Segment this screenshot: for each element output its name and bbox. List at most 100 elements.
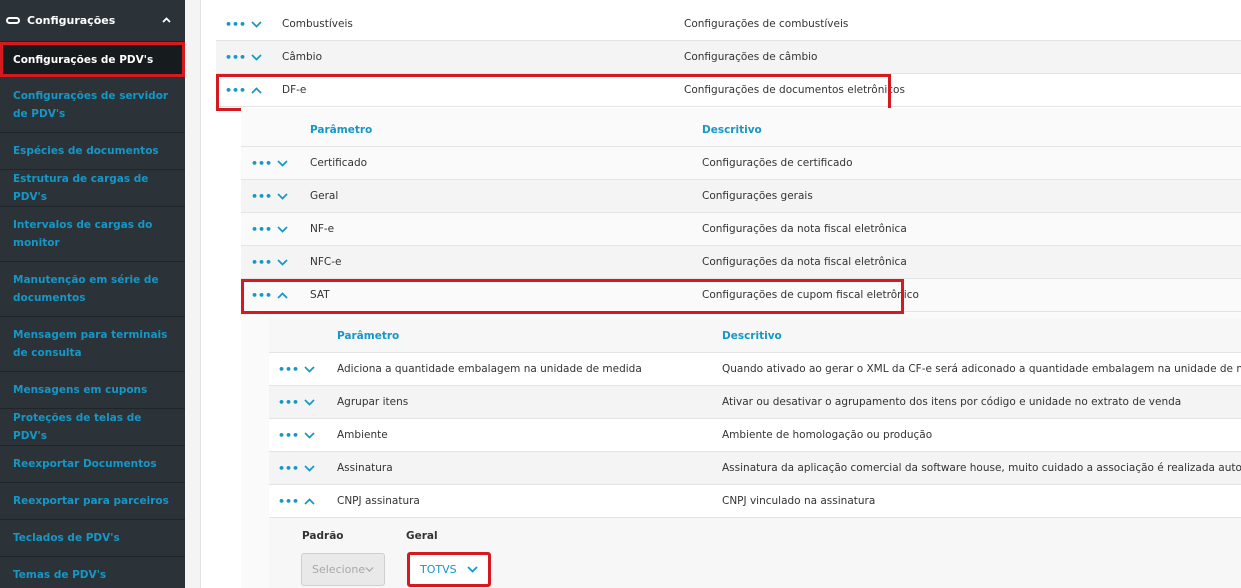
- row-name: SAT: [310, 289, 330, 301]
- row-adiciona-quantidade[interactable]: ••• Adiciona a quantidade embalagem na u…: [269, 353, 1241, 386]
- more-options-icon[interactable]: •••: [251, 256, 277, 269]
- chevron-down-icon[interactable]: [304, 431, 330, 439]
- more-options-icon[interactable]: •••: [251, 190, 277, 203]
- chevron-down-icon: [467, 566, 478, 573]
- more-options-icon[interactable]: •••: [278, 429, 304, 442]
- row-nfe[interactable]: ••• NF-e Configurações da nota fiscal el…: [241, 213, 1241, 246]
- sidebar-item-teclados[interactable]: Teclados de PDV's: [0, 520, 185, 557]
- sidebar-item-protecoes-telas[interactable]: Proteções de telas de PDV's: [0, 409, 185, 446]
- header-descritivo: Descritivo: [722, 330, 782, 342]
- chevron-down-icon[interactable]: [277, 258, 303, 266]
- row-desc: Configurações de cupom fiscal eletrônico: [702, 289, 919, 301]
- sidebar-item-label: Manutenção em série de documentos: [13, 274, 159, 304]
- row-cambio[interactable]: ••• Câmbio Configurações de câmbio: [216, 41, 1241, 74]
- row-assinatura[interactable]: ••• Assinatura Assinatura da aplicação c…: [269, 452, 1241, 485]
- padrao-select: Selecione: [301, 553, 385, 586]
- row-desc: Configurações de documentos eletrônicos: [684, 84, 905, 96]
- row-name: Agrupar itens: [337, 396, 409, 408]
- sidebar-item-mensagem-terminais[interactable]: Mensagem para terminais de consulta: [0, 317, 185, 372]
- geral-label: Geral: [406, 530, 438, 542]
- row-cnpj-assinatura[interactable]: ••• CNPJ assinatura CNPJ vinculado na as…: [269, 485, 1241, 518]
- header-descritivo: Descritivo: [702, 124, 762, 136]
- dfe-table-header: Parâmetro Descritivo: [241, 114, 1241, 147]
- sat-table-header: Parâmetro Descritivo: [269, 320, 1241, 353]
- chevron-down-icon[interactable]: [251, 53, 277, 61]
- row-name: Câmbio: [282, 51, 323, 63]
- chevron-down-icon[interactable]: [251, 20, 277, 28]
- row-desc: Configurações de câmbio: [684, 51, 818, 63]
- sidebar-item-reexportar-documentos[interactable]: Reexportar Documentos: [0, 446, 185, 483]
- chevron-down-icon[interactable]: [304, 398, 330, 406]
- chevron-down-icon[interactable]: [277, 159, 303, 167]
- geral-select[interactable]: TOTVS: [407, 552, 491, 587]
- row-desc: CNPJ vinculado na assinatura: [722, 495, 876, 507]
- sidebar-section-title: Configurações: [27, 14, 116, 27]
- row-name: Geral: [310, 190, 339, 202]
- chevron-up-icon[interactable]: [162, 15, 171, 26]
- row-sat[interactable]: ••• SAT Configurações de cupom fiscal el…: [241, 279, 1241, 312]
- sidebar-item-label: Espécies de documentos: [13, 145, 159, 157]
- padrao-label: Padrão: [302, 530, 344, 542]
- more-options-icon[interactable]: •••: [251, 289, 277, 302]
- more-options-icon[interactable]: •••: [225, 51, 251, 64]
- more-options-icon[interactable]: •••: [278, 495, 304, 508]
- row-combustiveis[interactable]: ••• Combustíveis Configurações de combus…: [216, 8, 1241, 41]
- sidebar-item-configuracoes-pdv[interactable]: Configurações de PDV's: [0, 42, 185, 77]
- sidebar-section-configuracoes[interactable]: Configurações: [0, 0, 185, 42]
- sidebar-item-estrutura-cargas[interactable]: Estrutura de cargas de PDV's: [0, 170, 185, 207]
- sidebar-item-label: Intervalos de cargas do monitor: [13, 219, 153, 249]
- row-name: Adiciona a quantidade embalagem na unida…: [337, 363, 642, 375]
- row-certificado[interactable]: ••• Certificado Configurações de certifi…: [241, 147, 1241, 180]
- row-name: NFC-e: [310, 256, 342, 268]
- row-name: NF-e: [310, 223, 335, 235]
- chevron-up-icon[interactable]: [304, 497, 330, 505]
- more-options-icon[interactable]: •••: [225, 84, 251, 97]
- more-options-icon[interactable]: •••: [251, 223, 277, 236]
- geral-select-value: TOTVS: [420, 563, 457, 576]
- row-nfce[interactable]: ••• NFC-e Configurações da nota fiscal e…: [241, 246, 1241, 279]
- row-desc: Configurações de certificado: [702, 157, 853, 169]
- chevron-down-icon[interactable]: [304, 365, 330, 373]
- row-desc: Assinatura da aplicação comercial da sof…: [722, 462, 1241, 474]
- row-desc: Configurações da nota fiscal eletrônica: [702, 223, 907, 235]
- chevron-down-icon[interactable]: [277, 225, 303, 233]
- chevron-down-icon[interactable]: [304, 464, 330, 472]
- sidebar-item-configuracoes-servidor[interactable]: Configurações de servidor de PDV's: [0, 77, 185, 133]
- row-name: CNPJ assinatura: [337, 495, 420, 507]
- chevron-up-icon[interactable]: [251, 86, 277, 94]
- row-agrupar-itens[interactable]: ••• Agrupar itens Ativar ou desativar o …: [269, 386, 1241, 419]
- padrao-select-value: Selecione: [312, 563, 366, 576]
- more-options-icon[interactable]: •••: [278, 363, 304, 376]
- more-options-icon[interactable]: •••: [278, 396, 304, 409]
- row-desc: Configurações de combustíveis: [684, 18, 849, 30]
- row-desc: Configurações gerais: [702, 190, 813, 202]
- row-desc: Configurações da nota fiscal eletrônica: [702, 256, 907, 268]
- more-options-icon[interactable]: •••: [278, 462, 304, 475]
- sidebar-item-label: Estrutura de cargas de PDV's: [13, 173, 149, 203]
- chevron-down-icon[interactable]: [277, 192, 303, 200]
- sidebar-divider: [185, 0, 201, 588]
- row-name: Combustíveis: [282, 18, 353, 30]
- sidebar-item-mensagens-cupons[interactable]: Mensagens em cupons: [0, 372, 185, 409]
- row-name: DF-e: [282, 84, 307, 96]
- more-options-icon[interactable]: •••: [225, 18, 251, 31]
- row-desc: Ambiente de homologação ou produção: [722, 429, 933, 441]
- header-parametro: Parâmetro: [310, 124, 373, 136]
- row-dfe[interactable]: ••• DF-e Configurações de documentos ele…: [216, 74, 1241, 107]
- row-name: Certificado: [310, 157, 368, 169]
- sidebar-item-label: Reexportar Documentos: [13, 458, 157, 470]
- chevron-up-icon[interactable]: [277, 291, 303, 299]
- more-options-icon[interactable]: •••: [251, 157, 277, 170]
- sidebar-item-manutencao-serie[interactable]: Manutenção em série de documentos: [0, 262, 185, 317]
- link-icon: [6, 17, 20, 24]
- row-ambiente[interactable]: ••• Ambiente Ambiente de homologação ou …: [269, 419, 1241, 452]
- sidebar-item-reexportar-parceiros[interactable]: Reexportar para parceiros: [0, 483, 185, 520]
- sidebar-item-temas[interactable]: Temas de PDV's: [0, 557, 185, 588]
- sidebar: Configurações Configurações de PDV's Con…: [0, 0, 185, 588]
- row-geral[interactable]: ••• Geral Configurações gerais: [241, 180, 1241, 213]
- sidebar-item-intervalos-cargas[interactable]: Intervalos de cargas do monitor: [0, 207, 185, 262]
- row-desc: Quando ativado ao gerar o XML da CF-e se…: [722, 363, 1241, 375]
- sidebar-item-label: Configurações de PDV's: [13, 53, 154, 66]
- sidebar-item-especies[interactable]: Espécies de documentos: [0, 133, 185, 170]
- sidebar-item-label: Mensagens em cupons: [13, 384, 148, 396]
